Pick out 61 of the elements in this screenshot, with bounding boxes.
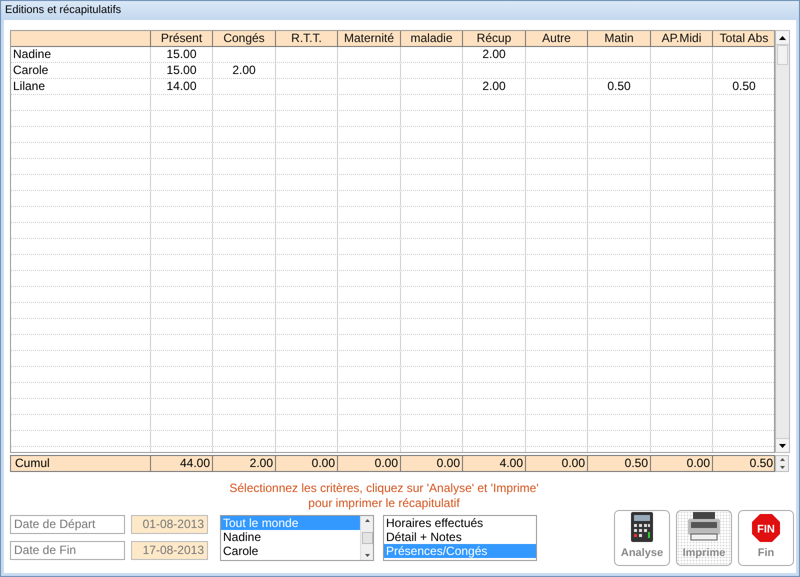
column-header: Matin: [588, 31, 651, 46]
scroll-thumb[interactable]: [777, 45, 788, 65]
action-button[interactable]: Imprime: [676, 510, 732, 566]
column-header: Congés: [213, 31, 276, 46]
calculator-icon: [631, 512, 653, 542]
table-cell: 2.00: [482, 79, 506, 93]
column-header: R.T.T.: [276, 31, 338, 46]
window-title: Editions et récapitulatifs: [5, 3, 122, 18]
instruction-text: pour imprimer le récapitulatif: [308, 496, 460, 511]
scroll-up-icon[interactable]: [364, 519, 370, 522]
date-label: Date de Fin: [10, 541, 125, 560]
stop-sign-icon: FIN: [752, 514, 780, 542]
list-item[interactable]: Détail + Notes: [384, 530, 536, 544]
total-cell: 0.00: [562, 456, 585, 470]
list-item[interactable]: Tout le monde: [221, 516, 360, 530]
spin-control-icon[interactable]: [775, 455, 789, 472]
action-button[interactable]: Analyse: [614, 510, 670, 566]
date-field[interactable]: 01-08-2013: [131, 515, 208, 534]
table-cell: 0.50: [607, 79, 631, 93]
date-field[interactable]: 17-08-2013: [131, 541, 208, 560]
total-cell: 0.50: [624, 456, 648, 470]
table-cell: 0.50: [732, 79, 756, 93]
total-cell: 0.00: [374, 456, 398, 470]
table-cell: 15.00: [166, 47, 197, 61]
scroll-up-icon[interactable]: [776, 31, 789, 45]
total-cell: 2.00: [250, 456, 273, 470]
table-cell: 2.00: [232, 63, 256, 77]
column-header: AP.Midi: [651, 31, 713, 46]
total-cell: 0.50: [750, 456, 773, 470]
column-header: Présent: [151, 31, 213, 46]
table-cell: 14.00: [166, 79, 197, 93]
table-cell: 2.00: [482, 47, 506, 61]
list-item[interactable]: Nadine: [221, 530, 360, 544]
instruction-text: Sélectionnez les critères, cliquez sur 'Analyse' et 'Imprime': [229, 481, 539, 496]
total-cell: 44.00: [180, 456, 210, 470]
employee-name: Carole: [13, 63, 48, 77]
people-listbox[interactable]: Tout le monde Nadine Carole: [220, 515, 374, 561]
list-item[interactable]: Horaires effectués: [384, 516, 536, 530]
total-cell: 0.00: [436, 456, 460, 470]
printer-icon: [687, 512, 721, 542]
employee-name: Lilane: [13, 79, 46, 93]
column-header: maladie: [401, 31, 463, 46]
date-label: Date de Départ: [10, 515, 125, 534]
total-cell: 4.00: [500, 456, 523, 470]
column-header: Autre: [526, 31, 588, 46]
scroll-thumb[interactable]: [362, 532, 372, 544]
totals-label: Cumul: [15, 456, 50, 470]
total-cell: 0.00: [686, 456, 710, 470]
action-button[interactable]: FIN Fin: [738, 510, 794, 566]
list-item[interactable]: Carole: [221, 544, 360, 558]
scroll-down-icon[interactable]: [364, 554, 370, 557]
total-cell: 0.00: [312, 456, 335, 470]
employee-name: Nadine: [13, 47, 52, 61]
list-item[interactable]: Présences/Congés: [384, 544, 536, 558]
column-header: Récup: [463, 31, 526, 46]
report-listbox[interactable]: Horaires effectués Détail + Notes Présences/Congés: [383, 515, 537, 561]
vertical-scrollbar[interactable]: [775, 30, 790, 453]
scroll-down-icon[interactable]: [776, 438, 789, 452]
listbox-scrollbar[interactable]: [360, 516, 373, 560]
table-cell: 15.00: [166, 63, 197, 77]
column-header: Maternité: [338, 31, 401, 46]
